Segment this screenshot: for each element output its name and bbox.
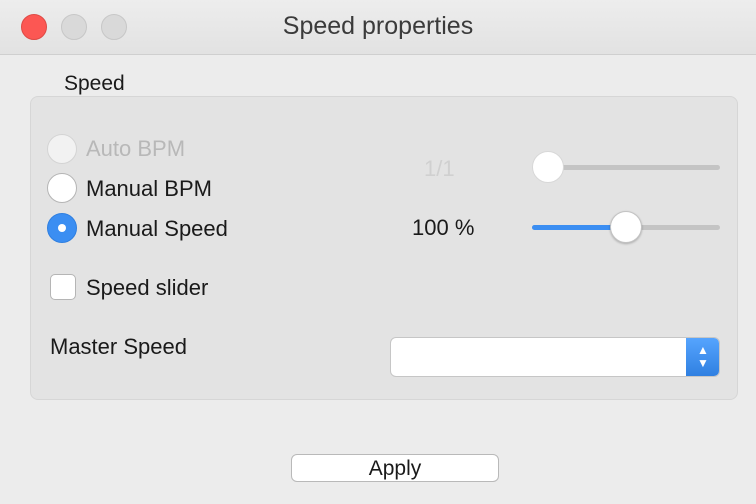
master-speed-select[interactable]: ▲ ▼	[390, 337, 720, 377]
speed-value: 100 %	[412, 215, 475, 240]
manual-speed-radio[interactable]	[47, 213, 77, 243]
ratio-value: 1/1	[424, 156, 455, 181]
manual-bpm-label[interactable]: Manual BPM	[86, 176, 212, 202]
auto-bpm-radio	[47, 134, 77, 164]
manual-speed-label[interactable]: Manual Speed	[86, 216, 228, 242]
speed-slider[interactable]	[532, 211, 720, 243]
ratio-slider	[532, 151, 720, 183]
chevron-updown-icon[interactable]: ▲ ▼	[686, 338, 719, 376]
auto-bpm-label: Auto BPM	[86, 136, 186, 161]
speed-group-label: Speed	[64, 72, 125, 95]
title-bar: Speed properties	[0, 0, 756, 55]
speed-slider-label[interactable]: Speed slider	[86, 275, 208, 301]
apply-button[interactable]: Apply	[291, 454, 499, 482]
ratio-slider-thumb	[532, 151, 564, 183]
speed-slider-checkbox[interactable]	[50, 274, 76, 300]
speed-slider-thumb[interactable]	[610, 211, 642, 243]
manual-bpm-radio[interactable]	[47, 173, 77, 203]
master-speed-label: Master Speed	[50, 334, 187, 359]
window-title: Speed properties	[282, 12, 474, 40]
